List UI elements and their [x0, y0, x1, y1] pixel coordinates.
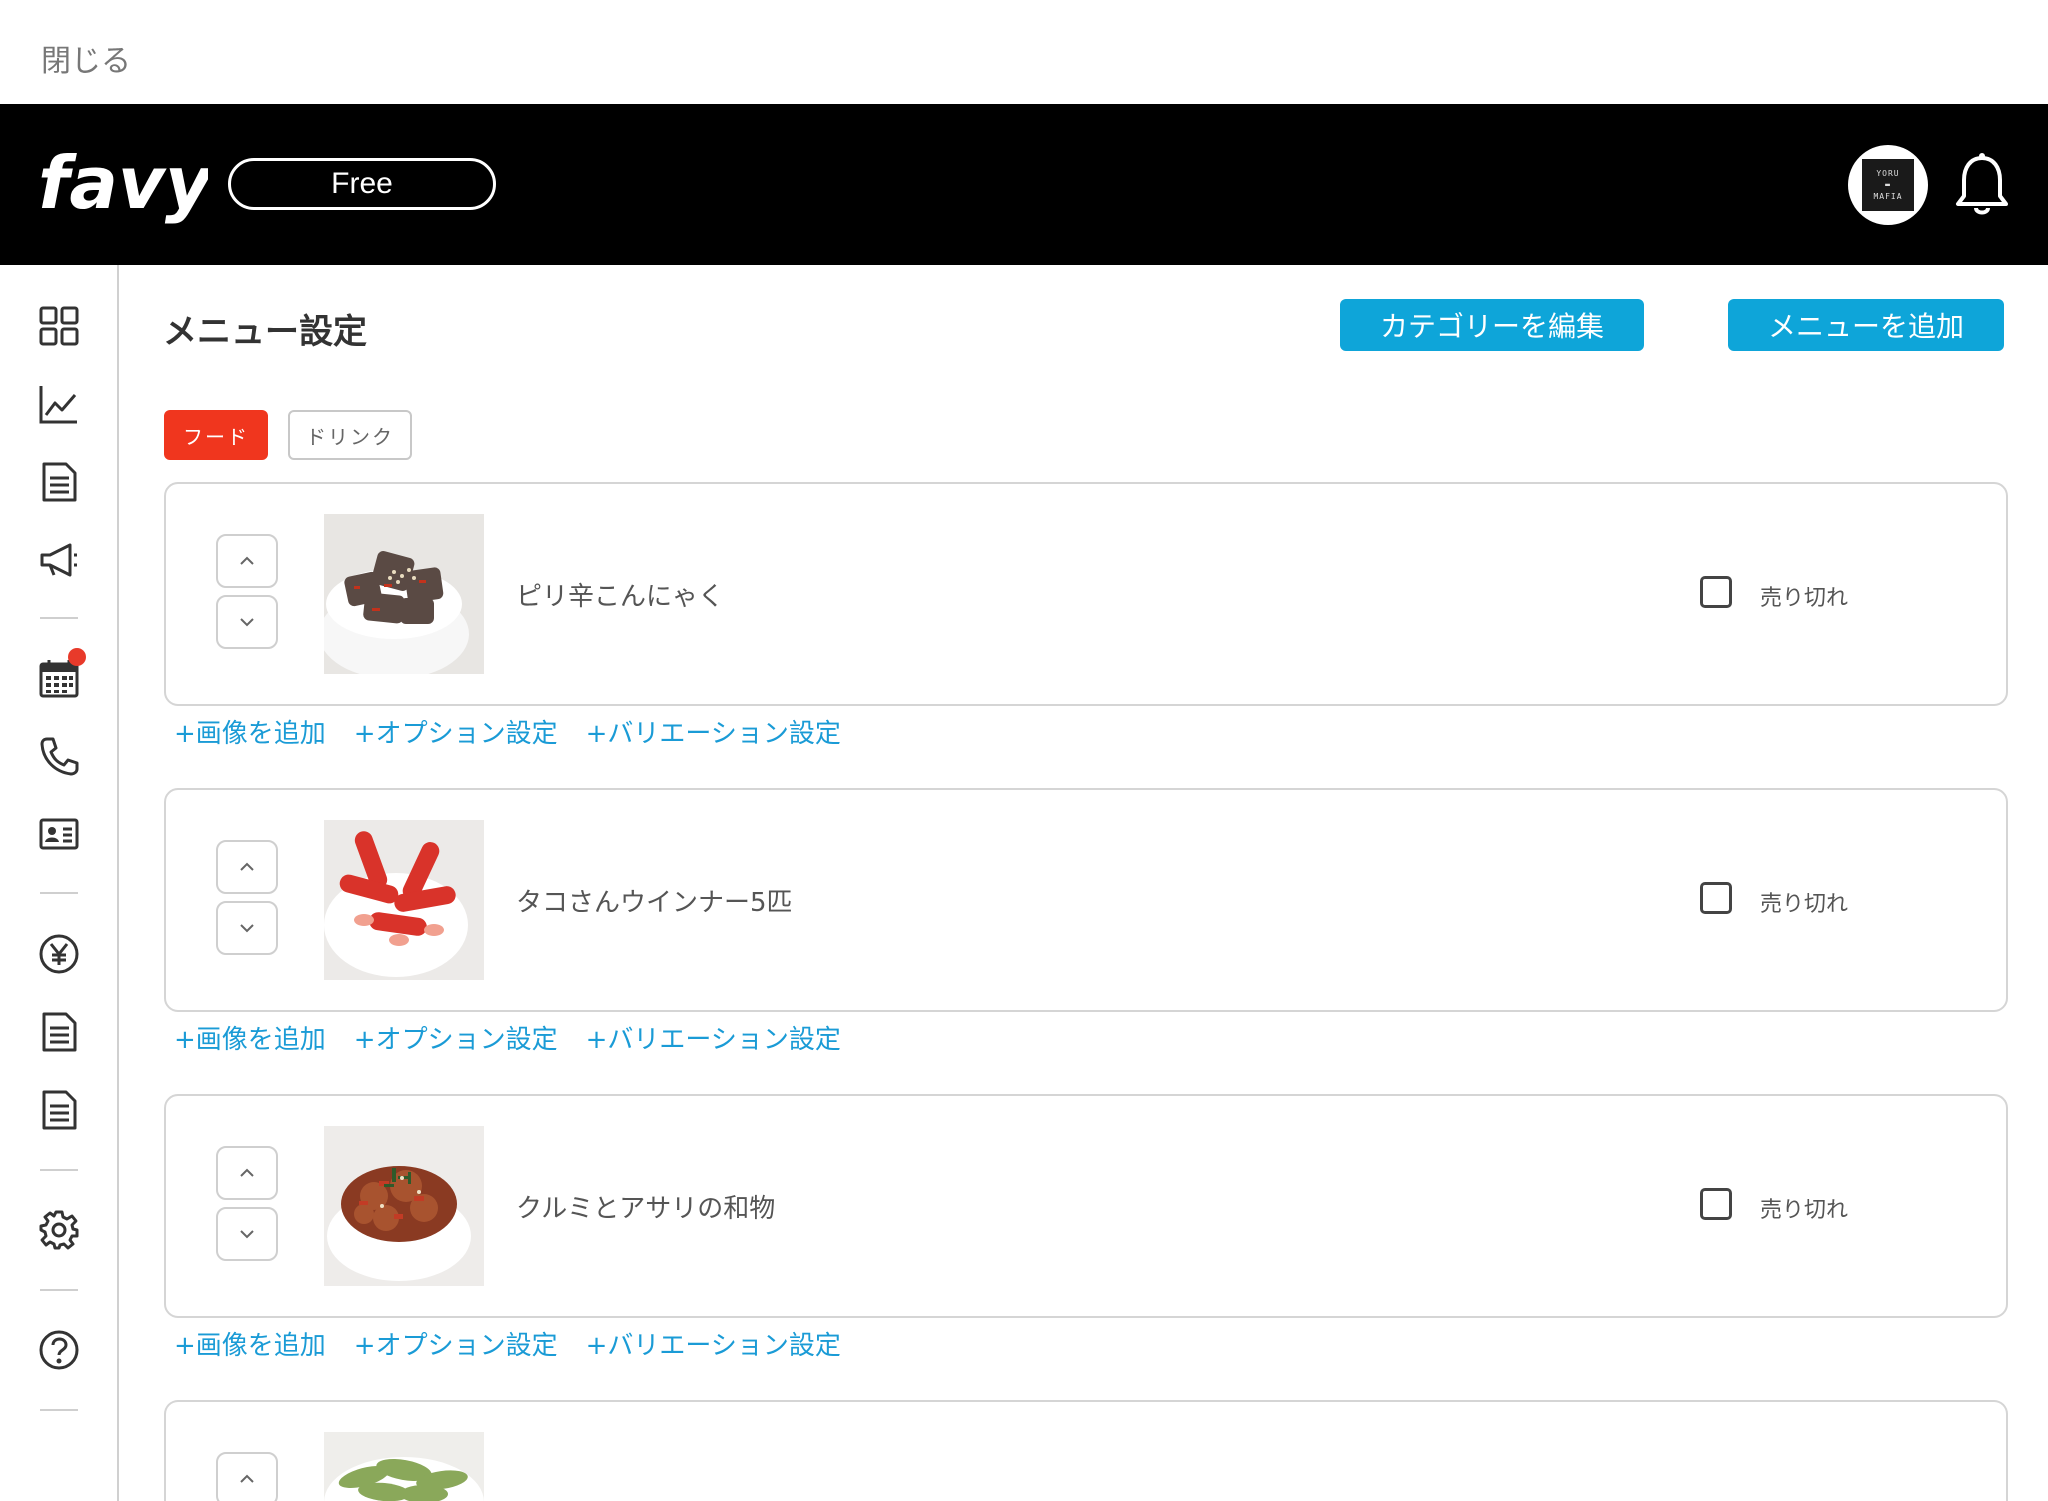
- notification-dot: [68, 648, 86, 666]
- menu-item-name: タコさんウインナー5匹: [516, 888, 793, 918]
- phone-icon[interactable]: [38, 735, 80, 777]
- sidebar: [0, 265, 119, 1501]
- avatar-text-bottom: MAFIA: [1873, 191, 1903, 201]
- avatar-image: YORU ▬ MAFIA: [1862, 159, 1914, 211]
- page-title: メニュー設定: [163, 312, 367, 352]
- item-thumbnail[interactable]: [324, 514, 484, 674]
- megaphone-icon[interactable]: [38, 539, 80, 581]
- item-thumbnail[interactable]: [324, 820, 484, 980]
- chevron-up-icon: [240, 556, 254, 565]
- add-menu-button[interactable]: メニューを追加: [1728, 299, 2004, 351]
- sidebar-divider: [40, 1409, 78, 1411]
- avatar[interactable]: YORU ▬ MAFIA: [1848, 145, 1928, 225]
- add-image-link[interactable]: +画像を追加: [174, 1325, 326, 1362]
- soldout-checkbox[interactable]: [1700, 576, 1732, 608]
- logo-text: favy: [38, 141, 208, 225]
- dashboard-icon[interactable]: [38, 305, 80, 347]
- move-up-button[interactable]: [216, 1146, 278, 1200]
- contact-card-icon[interactable]: [38, 813, 80, 855]
- favy-logo[interactable]: favy: [38, 140, 208, 230]
- move-up-button[interactable]: [216, 1452, 278, 1501]
- analytics-icon[interactable]: [38, 383, 80, 425]
- avatar-text-top: YORU: [1876, 169, 1900, 179]
- move-up-button[interactable]: [216, 534, 278, 588]
- plan-badge: Free: [228, 158, 496, 210]
- item-thumbnail[interactable]: [324, 1432, 484, 1501]
- menu-item-card: [164, 1400, 2008, 1501]
- variation-settings-link[interactable]: +バリエーション設定: [586, 1019, 841, 1056]
- gear-icon[interactable]: [38, 1209, 80, 1251]
- menu-item-card: クルミとアサリの和物 売り切れ: [164, 1094, 2008, 1318]
- close-link[interactable]: 閉じる: [41, 36, 131, 80]
- sidebar-divider: [40, 892, 78, 894]
- move-down-button[interactable]: [216, 1207, 278, 1261]
- bell-icon[interactable]: [1954, 152, 2010, 218]
- move-down-button[interactable]: [216, 595, 278, 649]
- document-icon[interactable]: [38, 461, 80, 503]
- menu-item-card: タコさんウインナー5匹 売り切れ: [164, 788, 2008, 1012]
- option-settings-link[interactable]: +オプション設定: [354, 1325, 558, 1362]
- menu-document-icon[interactable]: [38, 1089, 80, 1131]
- chevron-down-icon: [240, 1230, 254, 1239]
- sidebar-divider: [40, 617, 78, 619]
- chevron-down-icon: [240, 924, 254, 933]
- move-down-button[interactable]: [216, 901, 278, 955]
- edit-category-button[interactable]: カテゴリーを編集: [1340, 299, 1644, 351]
- menu-item-name: ピリ辛こんにゃく: [516, 582, 725, 612]
- item-action-links: +画像を追加 +オプション設定 +バリエーション設定: [174, 1019, 841, 1056]
- yen-icon[interactable]: [38, 933, 80, 975]
- add-image-link[interactable]: +画像を追加: [174, 713, 326, 750]
- soldout-label: 売り切れ: [1760, 586, 1849, 611]
- tab-drink[interactable]: ドリンク: [288, 410, 412, 460]
- variation-settings-link[interactable]: +バリエーション設定: [586, 713, 841, 750]
- menu-item-name: クルミとアサリの和物: [516, 1194, 776, 1224]
- item-action-links: +画像を追加 +オプション設定 +バリエーション設定: [174, 713, 841, 750]
- tab-food[interactable]: フード: [164, 410, 268, 460]
- chevron-down-icon: [240, 618, 254, 627]
- soldout-label: 売り切れ: [1760, 892, 1849, 917]
- variation-settings-link[interactable]: +バリエーション設定: [586, 1325, 841, 1362]
- report-icon[interactable]: [38, 1011, 80, 1053]
- close-bar: 閉じる: [0, 0, 2048, 104]
- chevron-up-icon: [240, 1168, 254, 1177]
- item-action-links: +画像を追加 +オプション設定 +バリエーション設定: [174, 1325, 841, 1362]
- move-up-button[interactable]: [216, 840, 278, 894]
- item-thumbnail[interactable]: [324, 1126, 484, 1286]
- option-settings-link[interactable]: +オプション設定: [354, 713, 558, 750]
- soldout-checkbox[interactable]: [1700, 882, 1732, 914]
- option-settings-link[interactable]: +オプション設定: [354, 1019, 558, 1056]
- help-icon[interactable]: [38, 1329, 80, 1371]
- soldout-label: 売り切れ: [1760, 1198, 1849, 1223]
- menu-item-card: ピリ辛こんにゃく 売り切れ: [164, 482, 2008, 706]
- soldout-checkbox[interactable]: [1700, 1188, 1732, 1220]
- chevron-up-icon: [240, 1474, 254, 1483]
- chevron-up-icon: [240, 862, 254, 871]
- sidebar-divider: [40, 1169, 78, 1171]
- add-image-link[interactable]: +画像を追加: [174, 1019, 326, 1056]
- sidebar-divider: [40, 1289, 78, 1291]
- avatar-divider: ▬: [1885, 180, 1891, 190]
